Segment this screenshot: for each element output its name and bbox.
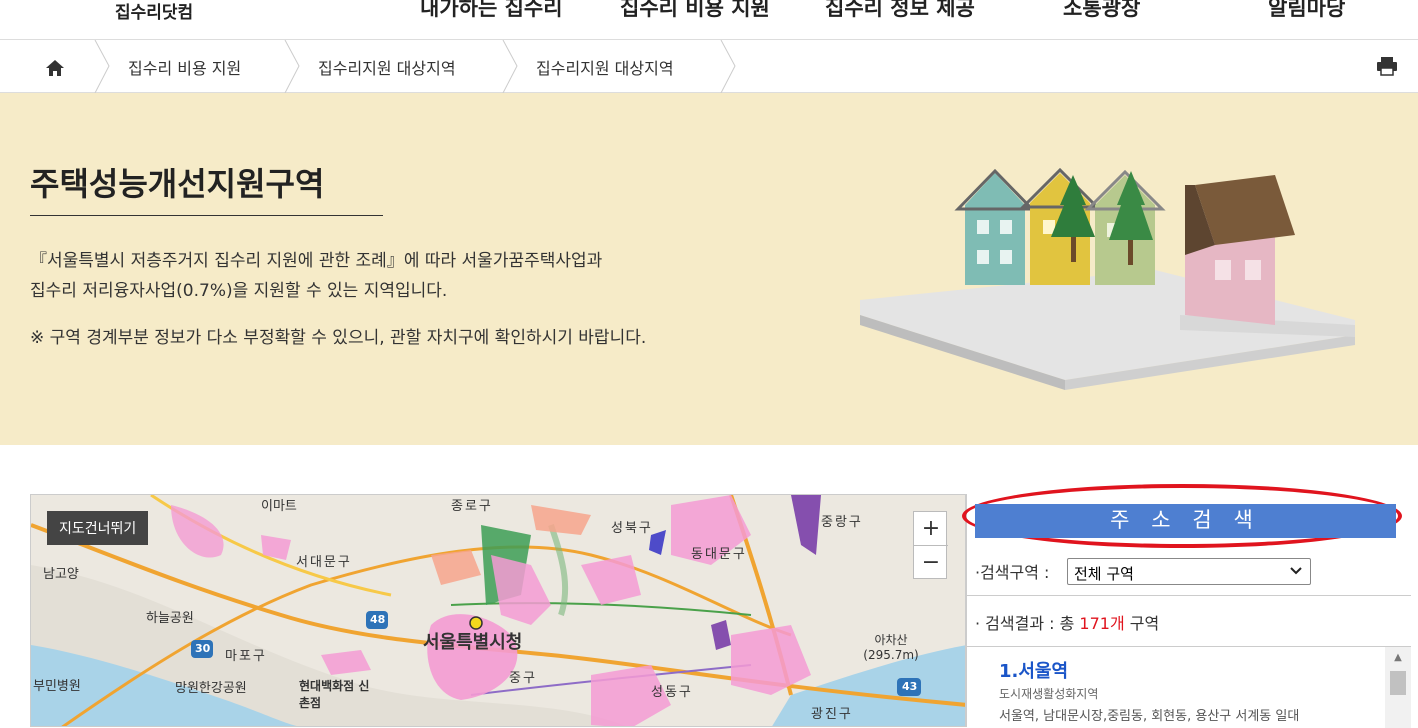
result-item-title[interactable]: 1.서울역 <box>999 657 1068 683</box>
zoom-in-button[interactable]: + <box>914 512 948 546</box>
menu-repair-cost-support[interactable]: 집수리 비용 지원 <box>620 0 770 22</box>
road-number: 30 <box>195 642 211 655</box>
map-label: 현대백화점 신촌점 <box>299 679 370 710</box>
map-label-city-hall: 서울특별시청 <box>423 632 523 653</box>
banner-notice: ※ 구역 경계부분 정보가 다소 부정확할 수 있으니, 관할 자치구에 확인하… <box>30 328 647 348</box>
chevron-right-icon <box>720 40 736 93</box>
chevron-right-icon <box>94 40 110 93</box>
zoom-control: + − <box>913 511 948 580</box>
page-title: 주택성능개선지원구역 <box>30 159 383 216</box>
breadcrumb-item[interactable]: 집수리지원 대상지역 <box>318 55 456 79</box>
road-number: 48 <box>370 613 386 626</box>
road-number: 43 <box>902 680 918 693</box>
map-label: 성북구 <box>611 521 653 536</box>
menu-notice[interactable]: 알림마당 <box>1268 0 1345 22</box>
scroll-thumb[interactable] <box>1390 671 1406 695</box>
chevron-right-icon <box>502 40 518 93</box>
result-prefix: · 검색결과 : 총 <box>975 614 1080 633</box>
map-label: 이마트 <box>261 499 297 514</box>
chevron-right-icon <box>284 40 300 93</box>
result-suffix: 구역 <box>1124 614 1160 633</box>
map-label: 아차산 (295.7m) <box>863 633 919 662</box>
menu-repair-info[interactable]: 집수리 정보 제공 <box>825 0 975 22</box>
result-list[interactable]: 1.서울역 도시재생활성화지역 서울역, 남대문시장,중림동, 회현동, 용산구… <box>967 646 1411 728</box>
map-label: 하늘공원 <box>146 611 194 626</box>
site-logo[interactable]: 집수리닷컴 <box>115 0 193 23</box>
banner-description-1: 『서울특별시 저층주거지 집수리 지원에 관한 조례』에 따라 서울가꿈주택사업… <box>30 251 603 271</box>
map-label: 동대문구 <box>691 547 747 562</box>
banner-description-2: 집수리 저리융자사업(0.7%)을 지원할 수 있는 지역입니다. <box>30 281 448 301</box>
menu-community[interactable]: 소통광장 <box>1063 0 1140 22</box>
region-label: ·검색구역 : <box>975 563 1050 582</box>
breadcrumb-item[interactable]: 집수리 비용 지원 <box>128 55 241 79</box>
home-icon[interactable] <box>40 54 70 80</box>
scroll-up-icon[interactable]: ▲ <box>1385 647 1411 669</box>
result-count-line: · 검색결과 : 총 171개 구역 <box>975 610 1159 634</box>
chevron-down-icon <box>1290 567 1302 575</box>
map-label: 중구 <box>509 671 537 686</box>
map-label: 서대문구 <box>296 555 352 570</box>
print-icon[interactable] <box>1374 54 1400 78</box>
map-label: 남고양 <box>43 567 79 582</box>
map-view[interactable]: 이마트 종로구 성북구 중랑구 서대문구 동대문구 남고양 하늘공원 서울특별시… <box>30 494 966 727</box>
address-search-panel: 주 소 검 색 ·검색구역 : 전체 구역 · 검색결과 : 총 171개 구역… <box>962 484 1418 728</box>
address-search-button[interactable]: 주 소 검 색 <box>975 504 1396 538</box>
hero-banner: 주택성능개선지원구역 『서울특별시 저층주거지 집수리 지원에 관한 조례』에 … <box>0 93 1418 445</box>
map-label: 중랑구 <box>821 515 863 530</box>
map-label: 성동구 <box>651 685 693 700</box>
region-select-value: 전체 구역 <box>1074 565 1134 583</box>
zoom-out-button[interactable]: − <box>914 546 948 580</box>
houses-illustration <box>860 167 1355 390</box>
region-select[interactable]: 전체 구역 <box>1067 558 1311 585</box>
result-item-category: 도시재생활성화지역 <box>999 687 1099 701</box>
map-label: 마포구 <box>225 649 267 664</box>
result-scrollbar[interactable]: ▲ <box>1385 647 1411 728</box>
map-label: 부민병원 <box>33 679 81 694</box>
breadcrumb: 집수리 비용 지원 집수리지원 대상지역 집수리지원 대상지역 <box>0 40 1418 93</box>
result-item-description: 서울역, 남대문시장,중림동, 회현동, 용산구 서계동 일대 <box>999 709 1300 724</box>
top-nav: 집수리닷컴 내가하는 집수리 집수리 비용 지원 집수리 정보 제공 소통광장 … <box>0 0 1418 40</box>
map-label: 망원한강공원 <box>175 681 247 696</box>
menu-diy-repair[interactable]: 내가하는 집수리 <box>420 0 563 22</box>
skip-map-button[interactable]: 지도건너뛰기 <box>47 511 149 545</box>
map-label: 광진구 <box>811 707 853 722</box>
breadcrumb-item[interactable]: 집수리지원 대상지역 <box>536 55 674 79</box>
map-label: 종로구 <box>451 499 493 514</box>
search-region-row: ·검색구역 : 전체 구역 <box>967 544 1411 596</box>
result-count: 171개 <box>1079 614 1125 633</box>
